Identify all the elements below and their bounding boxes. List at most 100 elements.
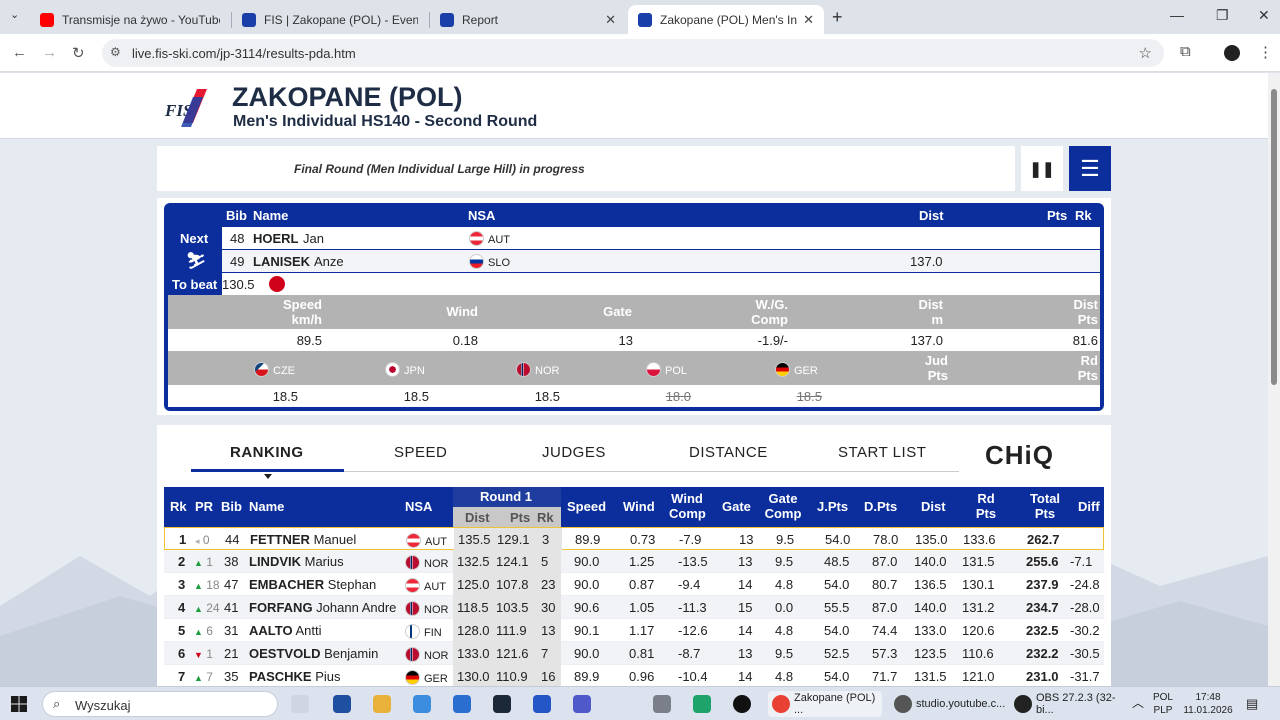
cell-rdpts: 121.0: [962, 669, 995, 684]
maximize-button[interactable]: ❐: [1216, 7, 1229, 24]
teams-icon[interactable]: [573, 695, 591, 713]
cell-name[interactable]: OESTVOLD Benjamin: [249, 646, 378, 661]
th-diff: Diff: [1078, 499, 1100, 514]
cell-nsa: AUT: [406, 533, 447, 548]
pause-button[interactable]: ❚❚: [1021, 146, 1063, 191]
table-row[interactable]: 2 38 132.5 124.1 5 90.0 1.25 -13.5 13 9.5 48.5 87.0…: [164, 550, 1104, 573]
task-view-icon[interactable]: [291, 695, 309, 713]
browser-tab-zakopane[interactable]: Zakopane (POL) Men's Individual ✕: [628, 5, 824, 34]
close-icon[interactable]: ✕: [803, 12, 814, 28]
tab-search-icon[interactable]: ⌄: [10, 8, 19, 21]
cell-name[interactable]: EMBACHER Stephan: [249, 577, 376, 592]
cell-name[interactable]: LINDVIK Marius: [249, 554, 344, 569]
col-rk: Rk: [1075, 208, 1092, 223]
cell-diff: -24.8: [1070, 577, 1100, 592]
site-info-icon[interactable]: ⚙: [110, 45, 121, 59]
cell-diff: -7.1: [1070, 554, 1093, 569]
taskbar-app-studio[interactable]: studio.youtube.c...: [890, 691, 1005, 717]
taskbar-app-chrome[interactable]: Zakopane (POL) ...: [768, 691, 882, 717]
browser-tab-fis-event[interactable]: FIS | Zakopane (POL) - Event Details: [232, 5, 428, 34]
tiktok-icon[interactable]: [733, 695, 751, 713]
table-row[interactable]: 1 44 135.5 129.1 3 89.9 0.73 -7.9 13 9.5 54.0 78.0 1…: [164, 527, 1104, 551]
cell-r1dist: 125.0: [457, 577, 490, 592]
cell-gate: 14: [738, 669, 753, 684]
pause-icon: ❚❚: [1029, 160, 1055, 178]
cell-r1rk: 3: [542, 532, 550, 547]
tab-ranking[interactable]: RANKING: [230, 444, 304, 461]
table-row[interactable]: 4 41 118.5 103.5 30 90.6 1.05 -11.3 15 0.0 55.5 87.…: [164, 596, 1104, 619]
app-icon[interactable]: [333, 695, 351, 713]
cell-total: 234.7: [1026, 600, 1059, 615]
trend-up-icon: ▲ 18: [194, 578, 220, 592]
cell-speed: 90.1: [574, 623, 600, 638]
bookmark-star-icon[interactable]: ☆: [1139, 44, 1152, 62]
edge-icon[interactable]: [693, 695, 711, 713]
table-row[interactable]: 5 31 128.0 111.9 13 90.1 1.17 -12.6 14 4.8 54.0 74.…: [164, 619, 1104, 642]
store-icon[interactable]: [533, 695, 551, 713]
cell-dist: 135.0: [915, 532, 948, 547]
page-scrollbar[interactable]: [1268, 73, 1280, 686]
table-row[interactable]: 7 35 130.0 110.9 16 89.9 0.96 -10.4 14 4.8 54.0 71.…: [164, 665, 1104, 688]
th-r1-rk: Rk: [537, 510, 554, 525]
browser-tab-youtube[interactable]: Transmisje na żywo - YouTube Studio: [30, 5, 230, 34]
cell-wind: 0.73: [630, 532, 656, 547]
tab-distance[interactable]: DISTANCE: [689, 444, 768, 461]
language-indicator[interactable]: POL PLP: [1152, 691, 1174, 717]
menu-button[interactable]: ☰: [1069, 146, 1111, 191]
tab-speed[interactable]: SPEED: [394, 444, 447, 461]
cell-diff: -30.5: [1070, 646, 1100, 661]
cell-dist: 123.5: [914, 646, 947, 661]
taskbar-app-obs[interactable]: OBS 27.2.3 (32-bi...: [1010, 691, 1126, 717]
more-menu-icon[interactable]: ⋮: [1258, 43, 1273, 61]
cell-dist: 140.0: [914, 600, 947, 615]
taskbar-search[interactable]: ⌕ Wyszukaj: [42, 691, 278, 717]
app-icon[interactable]: [413, 695, 431, 713]
detail-values-row: 89.5 0.18 13 -1.9/- 137.0 81.6: [168, 329, 1100, 351]
tab-judges[interactable]: JUDGES: [542, 444, 606, 461]
table-row[interactable]: 6 21 133.0 121.6 7 90.0 0.81 -8.7 13 9.5 52.5 57.3 1…: [164, 642, 1104, 665]
flag-nor-icon: [405, 555, 420, 570]
file-explorer-icon[interactable]: [373, 695, 391, 713]
scrollbar-thumb[interactable]: [1271, 89, 1277, 385]
forward-button[interactable]: →: [42, 44, 57, 61]
notifications-icon[interactable]: ▤: [1246, 697, 1258, 710]
browser-tab-report[interactable]: Report ✕: [430, 5, 626, 34]
cell-r1pts: 103.5: [496, 600, 529, 615]
windows-start-icon[interactable]: [11, 696, 27, 712]
judge-1-nsa: CZE: [254, 362, 295, 377]
dist-pts-header: Dist Pts: [1073, 297, 1098, 327]
tab-start-list[interactable]: START LIST: [838, 444, 926, 461]
chevron-up-icon[interactable]: ︿: [1132, 697, 1144, 710]
cell-rdpts: 133.6: [963, 532, 996, 547]
close-icon[interactable]: ✕: [605, 12, 616, 28]
cell-name[interactable]: FORFANG Johann Andre: [249, 600, 396, 615]
settings-icon[interactable]: [653, 695, 671, 713]
reload-button[interactable]: ↻: [72, 44, 85, 62]
cell-gatecomp: 4.8: [775, 669, 794, 684]
youtube-icon: [40, 12, 54, 27]
profile-avatar[interactable]: [1224, 45, 1240, 61]
cell-name[interactable]: AALTO Antti: [249, 623, 322, 638]
next-label: Next: [180, 231, 209, 246]
url-bar[interactable]: ⚙ live.fis-ski.com/jp-3114/results-pda.h…: [102, 39, 1164, 67]
next-bib: 48: [230, 231, 245, 246]
flag-aut-icon: [406, 533, 421, 548]
clock[interactable]: 17:48 11.01.2026: [1180, 691, 1236, 717]
close-window-button[interactable]: ✕: [1258, 7, 1270, 24]
steam-icon[interactable]: [493, 695, 511, 713]
back-button[interactable]: ←: [12, 44, 27, 61]
outlook-icon[interactable]: [453, 695, 471, 713]
cell-nsa: GER: [405, 670, 448, 685]
cell-name[interactable]: PASCHKE Pius: [249, 669, 341, 684]
cell-gatecomp: 9.5: [775, 554, 794, 569]
status-text: Final Round (Men Individual Large Hill) …: [294, 162, 585, 176]
table-row[interactable]: 3 47 125.0 107.8 23 90.0 0.87 -9.4 14 4.8 54.0 80.7…: [164, 573, 1104, 596]
url-text[interactable]: live.fis-ski.com/jp-3114/results-pda.htm: [132, 46, 356, 61]
cell-name[interactable]: FETTNER Manuel: [250, 532, 356, 547]
minimize-button[interactable]: —: [1170, 7, 1184, 23]
col-name: Name: [253, 208, 289, 223]
extensions-icon[interactable]: ⧉: [1180, 43, 1191, 60]
new-tab-button[interactable]: +: [832, 7, 843, 28]
cell-total: 255.6: [1026, 554, 1059, 569]
cell-r1pts: 124.1: [496, 554, 529, 569]
